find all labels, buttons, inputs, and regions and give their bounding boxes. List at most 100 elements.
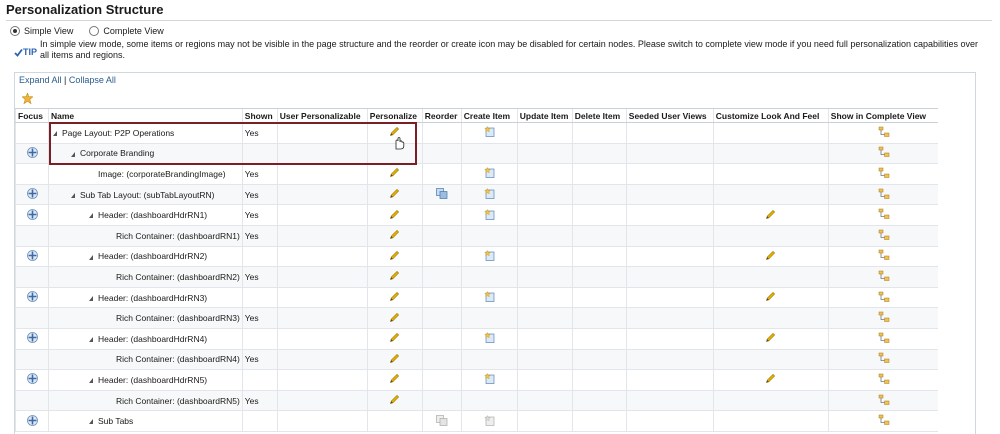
node-name: Header: (dashboardHdrRN5): [98, 374, 208, 385]
customize-look-pencil-icon[interactable]: [765, 291, 776, 304]
expand-toggle-icon[interactable]: [89, 336, 93, 342]
customize-look-pencil-icon[interactable]: [765, 373, 776, 386]
column-header-customize-look-and-feel[interactable]: Customize Look And Feel: [712, 108, 829, 123]
create-item-icon[interactable]: [483, 249, 495, 263]
hand-cursor-icon: [393, 137, 405, 155]
show-in-complete-view-icon[interactable]: [878, 394, 890, 408]
focus-icon[interactable]: [26, 249, 38, 263]
create-item-icon[interactable]: [483, 373, 495, 386]
create-item-icon[interactable]: [483, 188, 495, 201]
personalize-pencil-icon[interactable]: [389, 167, 400, 180]
cell-reorder: [421, 410, 462, 432]
expand-toggle-icon[interactable]: [89, 378, 93, 384]
personalize-pencil-icon[interactable]: [389, 270, 400, 283]
table-row: Page Layout: P2P Operations Yes: [15, 122, 939, 144]
show-in-complete-view-icon[interactable]: [878, 126, 890, 140]
radio-selected-icon[interactable]: [10, 26, 20, 36]
column-header-shown[interactable]: Shown: [241, 108, 278, 123]
cell-name: Rich Container: (dashboardRN5): [48, 390, 243, 412]
show-in-complete-view-icon[interactable]: [878, 146, 890, 160]
create-item-icon[interactable]: [483, 126, 495, 139]
customize-look-pencil-icon[interactable]: [765, 332, 776, 345]
cell-create-item: [460, 390, 518, 412]
column-header-create-item[interactable]: Create Item: [460, 108, 518, 123]
column-header-focus[interactable]: Focus: [15, 108, 49, 123]
table-row: Rich Container: (dashboardRN5) Yes: [15, 390, 939, 412]
create-item-icon[interactable]: [483, 208, 495, 222]
focus-icon[interactable]: [26, 146, 38, 160]
personalize-pencil-icon[interactable]: [389, 312, 400, 325]
collapse-all-link[interactable]: Collapse All: [69, 75, 116, 85]
expand-toggle-icon[interactable]: [71, 192, 75, 198]
create-item-icon[interactable]: [483, 291, 495, 304]
create-item-icon[interactable]: [483, 167, 495, 180]
cell-name: Rich Container: (dashboardRN1): [48, 225, 243, 247]
show-in-complete-view-icon[interactable]: [878, 373, 890, 387]
customize-look-pencil-icon[interactable]: [765, 209, 776, 222]
show-in-complete-view-icon[interactable]: [878, 291, 890, 305]
focus-icon[interactable]: [26, 332, 38, 345]
cell-seeded-user-views: [625, 204, 714, 226]
column-header-show-in-complete-view[interactable]: Show in Complete View: [827, 108, 939, 123]
column-header-update-item[interactable]: Update Item: [516, 108, 573, 123]
column-header-delete-item[interactable]: Delete Item: [571, 108, 627, 123]
focus-icon[interactable]: [26, 188, 38, 201]
column-header-reorder[interactable]: Reorder: [421, 108, 462, 123]
expand-toggle-icon[interactable]: [53, 131, 57, 137]
personalize-pencil-icon[interactable]: [389, 332, 400, 345]
complete-view-radio[interactable]: Complete View: [89, 26, 164, 36]
expand-toggle-icon[interactable]: [89, 213, 93, 219]
cell-update-item: [516, 163, 573, 185]
show-in-complete-view-icon[interactable]: [878, 188, 890, 202]
customize-look-pencil-icon[interactable]: [765, 250, 776, 263]
expand-all-link[interactable]: Expand All: [19, 75, 62, 85]
expand-toggle-icon[interactable]: [89, 419, 93, 425]
cell-seeded-user-views: [625, 287, 714, 309]
column-header-seeded-user-views[interactable]: Seeded User Views: [625, 108, 714, 123]
cell-shown: [241, 369, 278, 391]
cell-show-in-complete-view: [827, 328, 939, 350]
node-name: Page Layout: P2P Operations: [62, 127, 175, 138]
focus-icon[interactable]: [26, 291, 38, 304]
focus-icon[interactable]: [26, 373, 38, 386]
show-in-complete-view-icon[interactable]: [878, 332, 890, 346]
column-header-user-personalizable[interactable]: User Personalizable: [276, 108, 368, 123]
table-header-row: Focus Name Shown User Personalizable Per…: [15, 108, 939, 123]
focus-icon[interactable]: [26, 208, 38, 222]
personalize-pencil-icon[interactable]: [389, 250, 400, 263]
cell-customize-look-and-feel: [712, 266, 829, 288]
expand-toggle-icon[interactable]: [71, 151, 75, 157]
personalize-pencil-icon[interactable]: [389, 229, 400, 242]
tip-label: TIP: [23, 47, 38, 57]
show-in-complete-view-icon[interactable]: [878, 352, 890, 366]
personalize-pencil-icon[interactable]: [389, 291, 400, 304]
show-in-complete-view-icon[interactable]: [878, 311, 890, 325]
show-in-complete-view-icon[interactable]: [878, 249, 890, 263]
personalize-pencil-icon[interactable]: [389, 209, 400, 222]
personalize-pencil-icon[interactable]: [389, 188, 400, 201]
expand-toggle-icon[interactable]: [89, 254, 93, 260]
cell-user-personalizable: [276, 410, 368, 432]
simple-view-radio[interactable]: Simple View: [10, 26, 73, 36]
show-in-complete-view-icon[interactable]: [878, 229, 890, 243]
reorder-icon[interactable]: [435, 188, 448, 201]
expand-toggle-icon[interactable]: [89, 295, 93, 301]
add-personalization-icon[interactable]: [21, 91, 34, 109]
cell-reorder: [421, 122, 462, 144]
show-in-complete-view-icon[interactable]: [878, 270, 890, 284]
create-item-icon[interactable]: [483, 332, 495, 345]
show-in-complete-view-icon[interactable]: [878, 414, 890, 428]
personalize-pencil-icon[interactable]: [389, 353, 400, 366]
show-in-complete-view-icon[interactable]: [878, 208, 890, 222]
personalize-pencil-icon[interactable]: [389, 373, 400, 386]
node-name: Rich Container: (dashboardRN3): [116, 313, 240, 324]
cell-show-in-complete-view: [827, 266, 939, 288]
focus-icon[interactable]: [26, 414, 38, 428]
column-header-personalize[interactable]: Personalize: [366, 108, 423, 123]
radio-unselected-icon[interactable]: [89, 26, 100, 36]
column-header-name[interactable]: Name: [48, 108, 243, 123]
personalize-pencil-icon[interactable]: [389, 394, 400, 407]
show-in-complete-view-icon[interactable]: [878, 167, 890, 181]
cell-user-personalizable: [276, 390, 368, 412]
cell-shown: [241, 328, 278, 350]
